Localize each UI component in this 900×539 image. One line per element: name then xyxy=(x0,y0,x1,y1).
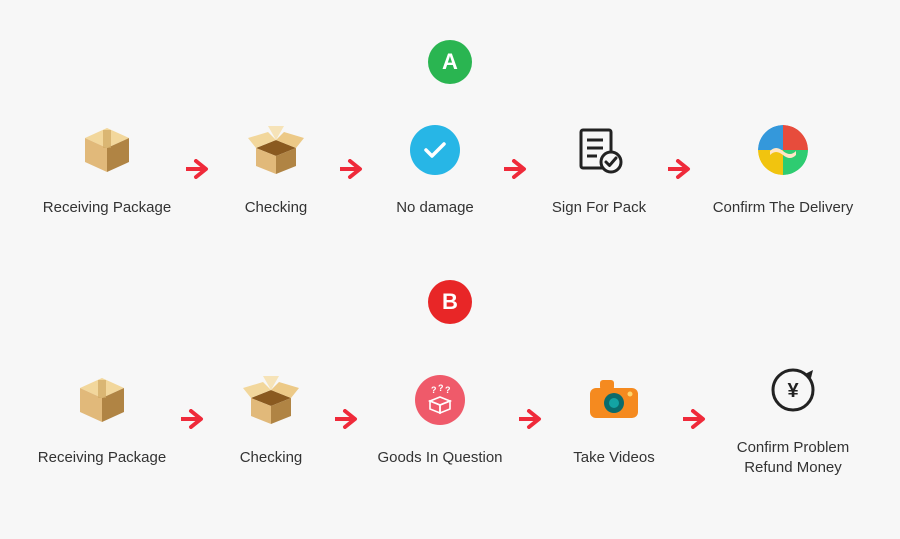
svg-text:?: ? xyxy=(445,385,451,395)
arrow-icon xyxy=(186,159,212,179)
svg-text:?: ? xyxy=(438,383,444,393)
badge-b: B xyxy=(428,280,472,324)
arrow-icon xyxy=(668,159,694,179)
badge-a-label: A xyxy=(442,49,458,75)
step-b-question-label: Goods In Question xyxy=(377,448,502,468)
arrow-icon xyxy=(519,409,545,429)
arrow-icon xyxy=(340,159,366,179)
step-b-question: ? ? ? Goods In Question xyxy=(375,370,505,468)
flow-a-section: A Receiving Package xyxy=(0,0,900,250)
step-b-checking: Checking xyxy=(221,370,321,468)
blue-check-icon xyxy=(410,120,460,180)
svg-text:¥: ¥ xyxy=(787,380,799,402)
flow-b: Receiving Package Checking xyxy=(0,360,900,479)
arrow-icon xyxy=(181,409,207,429)
document-check-icon xyxy=(573,120,625,180)
camera-icon xyxy=(586,370,642,430)
step-a-sign-label: Sign For Pack xyxy=(552,198,646,218)
step-a-confirm-label: Confirm The Delivery xyxy=(713,198,854,218)
refund-icon: ¥ xyxy=(767,360,819,420)
badge-a: A xyxy=(428,40,472,84)
step-a-sign: Sign For Pack xyxy=(544,120,654,218)
step-a-checking: Checking xyxy=(226,120,326,218)
step-b-receiving: Receiving Package xyxy=(37,370,167,468)
step-a-receiving-label: Receiving Package xyxy=(43,198,171,218)
step-a-receiving: Receiving Package xyxy=(42,120,172,218)
svg-text:?: ? xyxy=(431,385,437,395)
step-a-confirm: Confirm The Delivery xyxy=(708,120,858,218)
step-b-receiving-label: Receiving Package xyxy=(38,448,166,468)
step-b-refund-label: Confirm ProblemRefund Money xyxy=(737,438,850,479)
step-b-videos-label: Take Videos xyxy=(573,448,654,468)
handshake-icon xyxy=(758,120,808,180)
flow-b-section: B Receiving Package xyxy=(0,260,900,510)
arrow-icon xyxy=(504,159,530,179)
closed-box-icon xyxy=(79,120,135,180)
open-box-icon xyxy=(246,120,306,180)
page: A Receiving Package xyxy=(0,0,900,539)
step-a-checking-label: Checking xyxy=(245,198,308,218)
step-a-nodamage-label: No damage xyxy=(396,198,474,218)
step-b-refund: ¥ Confirm ProblemRefund Money xyxy=(723,360,863,479)
step-b-checking-label: Checking xyxy=(240,448,303,468)
badge-b-label: B xyxy=(442,289,458,315)
arrow-icon xyxy=(683,409,709,429)
open-box-icon xyxy=(241,370,301,430)
flow-a: Receiving Package Checking xyxy=(0,120,900,218)
step-a-nodamage: No damage xyxy=(380,120,490,218)
arrow-icon xyxy=(335,409,361,429)
closed-box-icon xyxy=(74,370,130,430)
step-b-videos: Take Videos xyxy=(559,370,669,468)
question-box-icon: ? ? ? xyxy=(415,370,465,430)
